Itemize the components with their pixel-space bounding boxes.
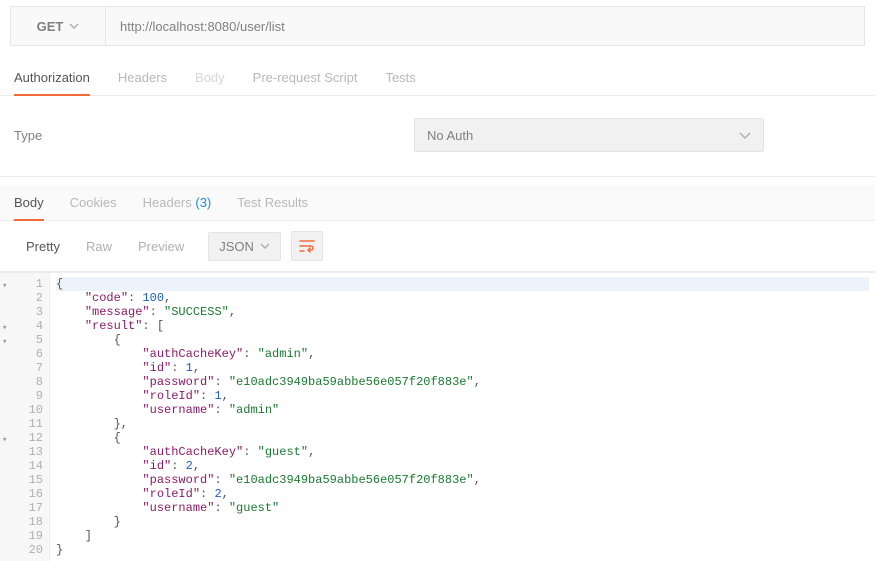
code-line[interactable]: "id": 2, — [56, 459, 869, 473]
view-raw-button[interactable]: Raw — [74, 232, 124, 261]
code-line[interactable]: { — [56, 431, 869, 445]
code-line[interactable]: ] — [56, 529, 869, 543]
line-number: 8 — [0, 375, 43, 389]
chevron-down-icon — [69, 23, 79, 29]
code-content[interactable]: { "code": 100, "message": "SUCCESS", "re… — [50, 273, 875, 561]
line-gutter: ▾123▾4▾567891011▾121314151617181920 — [0, 273, 50, 561]
view-pretty-button[interactable]: Pretty — [14, 232, 72, 261]
header-count-badge: (3) — [192, 195, 212, 210]
code-line[interactable]: "username": "admin" — [56, 403, 869, 417]
code-line[interactable]: } — [56, 543, 869, 557]
line-number: ▾5 — [0, 333, 43, 347]
code-line[interactable]: { — [56, 333, 869, 347]
resp-tab-cookies[interactable]: Cookies — [70, 185, 117, 220]
view-preview-button[interactable]: Preview — [126, 232, 196, 261]
line-number: 13 — [0, 445, 43, 459]
auth-type-label: Type — [14, 128, 414, 143]
line-number: 15 — [0, 473, 43, 487]
line-number: 16 — [0, 487, 43, 501]
request-tabs: Authorization Headers Body Pre-request Scri… — [0, 62, 875, 96]
line-number: ▾1 — [0, 277, 43, 291]
code-line[interactable]: "username": "guest" — [56, 501, 869, 515]
code-line[interactable]: "authCacheKey": "guest", — [56, 445, 869, 459]
line-number: 19 — [0, 529, 43, 543]
tab-headers[interactable]: Headers — [118, 62, 167, 95]
request-bar: GET — [10, 6, 865, 46]
line-number: ▾12 — [0, 431, 43, 445]
wrap-lines-button[interactable] — [291, 231, 323, 261]
tab-pre-request-script[interactable]: Pre-request Script — [253, 62, 358, 95]
code-line[interactable]: "message": "SUCCESS", — [56, 305, 869, 319]
code-line[interactable]: { — [56, 277, 869, 291]
auth-type-value: No Auth — [427, 128, 473, 143]
code-line[interactable]: "authCacheKey": "admin", — [56, 347, 869, 361]
tab-body[interactable]: Body — [195, 62, 225, 95]
tab-authorization[interactable]: Authorization — [14, 62, 90, 95]
code-line[interactable]: }, — [56, 417, 869, 431]
resp-tab-headers[interactable]: Headers (3) — [143, 185, 212, 220]
chevron-down-icon — [739, 132, 751, 139]
response-tabs: Body Cookies Headers (3) Test Results — [0, 185, 875, 221]
response-body-viewer[interactable]: ▾123▾4▾567891011▾121314151617181920 { "c… — [0, 272, 875, 561]
view-toolbar: Pretty Raw Preview JSON — [0, 221, 875, 272]
line-number: 11 — [0, 417, 43, 431]
line-number: 9 — [0, 389, 43, 403]
line-number: 7 — [0, 361, 43, 375]
code-line[interactable]: "code": 100, — [56, 291, 869, 305]
wrap-icon — [299, 239, 315, 253]
code-line[interactable]: "password": "e10adc3949ba59abbe56e057f20… — [56, 473, 869, 487]
code-line[interactable]: "roleId": 2, — [56, 487, 869, 501]
line-number: 14 — [0, 459, 43, 473]
code-line[interactable]: } — [56, 515, 869, 529]
code-line[interactable]: "id": 1, — [56, 361, 869, 375]
code-line[interactable]: "result": [ — [56, 319, 869, 333]
line-number: 18 — [0, 515, 43, 529]
line-number: 2 — [0, 291, 43, 305]
auth-section: Type No Auth — [0, 96, 875, 177]
line-number: 17 — [0, 501, 43, 515]
chevron-down-icon — [260, 243, 270, 249]
body-format-value: JSON — [219, 239, 254, 254]
line-number: 20 — [0, 543, 43, 557]
http-method-label: GET — [37, 19, 64, 34]
http-method-select[interactable]: GET — [11, 7, 106, 45]
code-line[interactable]: "password": "e10adc3949ba59abbe56e057f20… — [56, 375, 869, 389]
code-line[interactable]: "roleId": 1, — [56, 389, 869, 403]
line-number: ▾4 — [0, 319, 43, 333]
line-number: 10 — [0, 403, 43, 417]
url-input[interactable] — [106, 7, 864, 45]
resp-tab-test-results[interactable]: Test Results — [237, 185, 308, 220]
auth-type-select[interactable]: No Auth — [414, 118, 764, 152]
line-number: 3 — [0, 305, 43, 319]
resp-tab-body[interactable]: Body — [14, 185, 44, 220]
tab-tests[interactable]: Tests — [385, 62, 415, 95]
body-format-select[interactable]: JSON — [208, 232, 281, 261]
line-number: 6 — [0, 347, 43, 361]
